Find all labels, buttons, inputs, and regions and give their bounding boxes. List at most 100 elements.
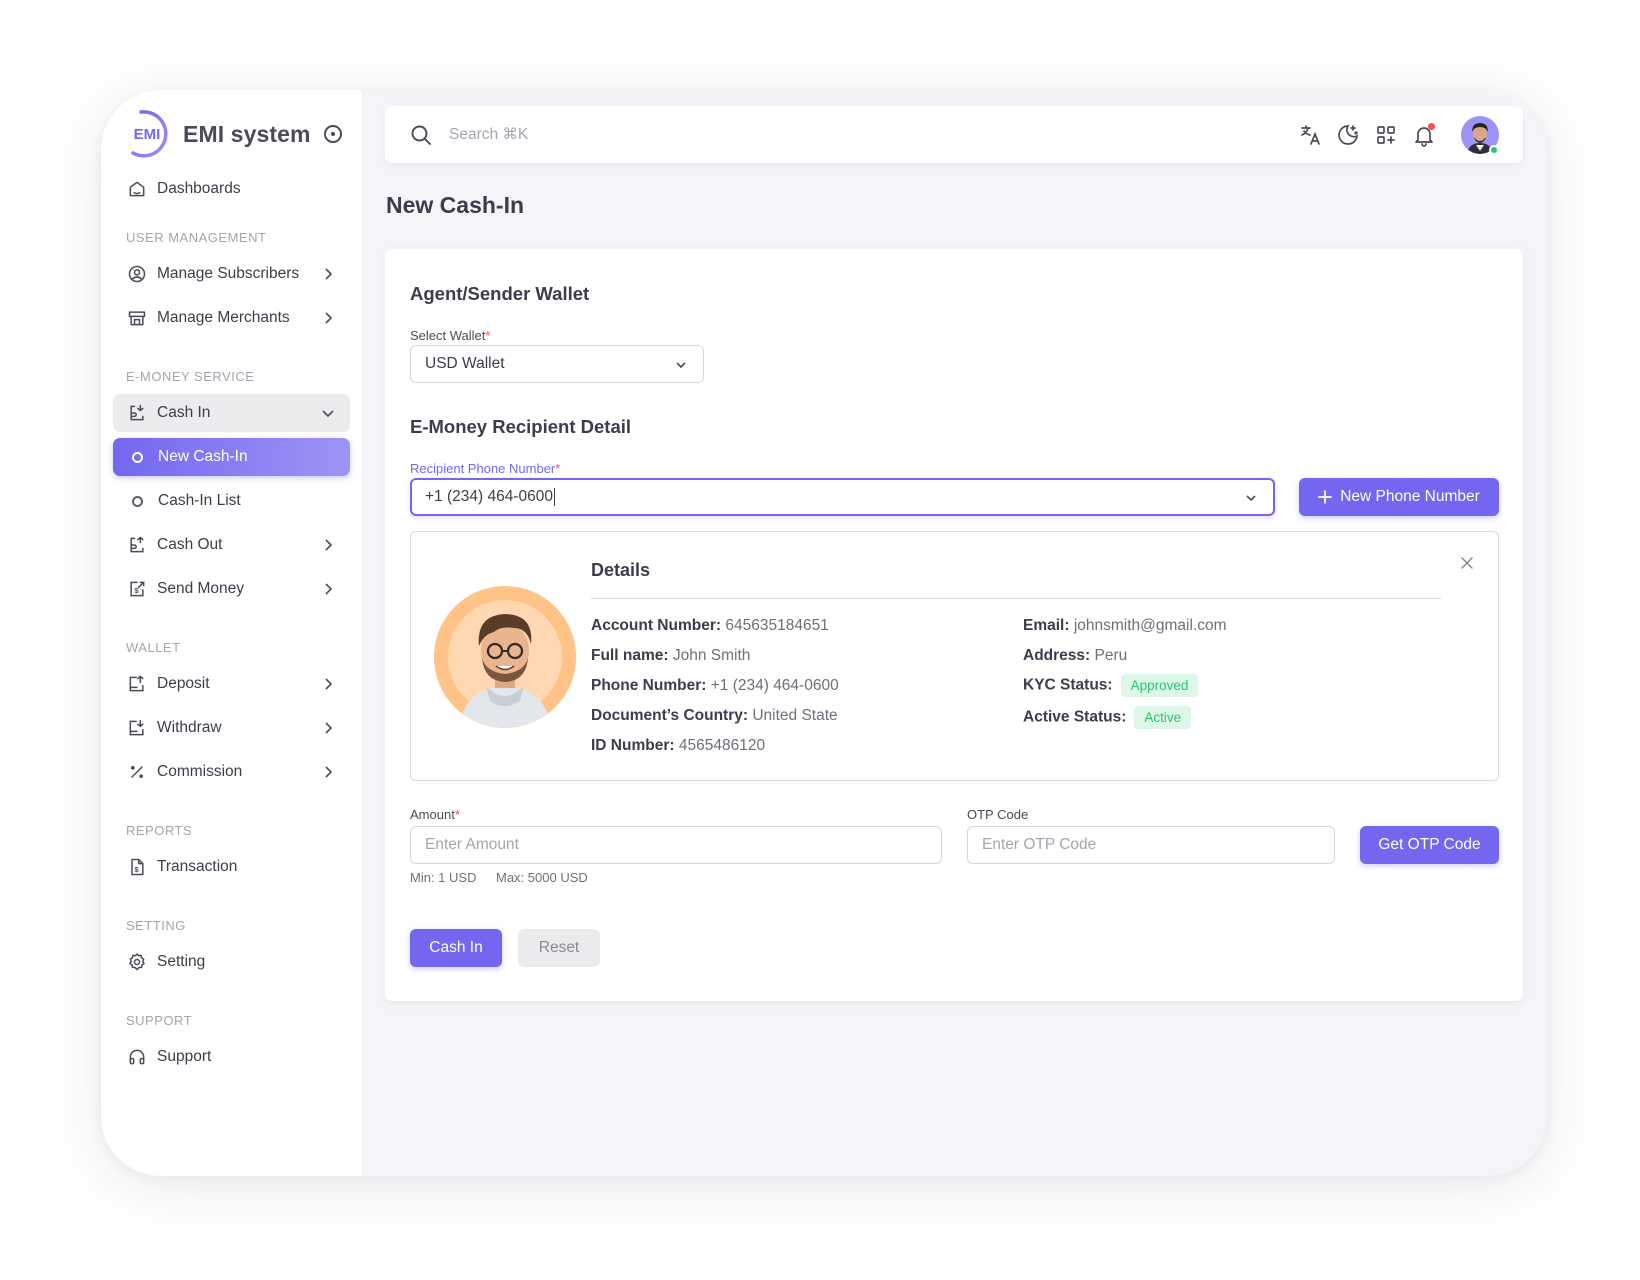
button-label: New Phone Number xyxy=(1340,488,1480,505)
recipient-detail-heading: E-Money Recipient Detail xyxy=(410,416,632,437)
withdraw-icon xyxy=(126,717,148,739)
search-input[interactable] xyxy=(449,120,749,150)
amount-input[interactable] xyxy=(410,826,942,864)
sidebar-item-new-cash-in[interactable]: New Cash-In xyxy=(113,438,350,476)
chevron-right-icon xyxy=(325,268,333,280)
sidebar-item-support[interactable]: Support xyxy=(113,1038,350,1076)
notification-dot xyxy=(1428,123,1435,130)
label-text: Recipient Phone Number xyxy=(410,461,556,476)
app-name: EMI system xyxy=(183,120,311,147)
apps-add-icon[interactable] xyxy=(1374,123,1398,147)
detail-value: johnsmith@gmail.com xyxy=(1073,617,1227,634)
detail-phone-number: Phone Number: +1 (234) 464-0600 xyxy=(591,677,839,695)
sidebar-item-label: Dashboards xyxy=(157,180,241,197)
section-user-management: USER MANAGEMENT xyxy=(126,230,267,245)
sidebar-item-dashboards[interactable]: Dashboards xyxy=(113,170,350,208)
detail-value: 645635184651 xyxy=(725,617,829,634)
amount-max-hint: Max: 5000 USD xyxy=(496,870,588,885)
search-icon xyxy=(411,125,431,145)
chevron-down-icon xyxy=(322,410,334,418)
otp-label: OTP Code xyxy=(967,807,1029,822)
sidebar-item-manage-merchants[interactable]: Manage Merchants xyxy=(113,299,350,337)
sidebar-item-transaction[interactable]: $ Transaction xyxy=(113,848,350,886)
sidebar-item-label: New Cash-In xyxy=(158,448,248,465)
detail-key: Document’s Country: xyxy=(591,707,749,724)
sidebar-item-cash-out[interactable]: Cash Out xyxy=(113,526,350,564)
sidebar-item-cash-in[interactable]: Cash In xyxy=(113,394,350,432)
chevron-right-icon xyxy=(325,678,333,690)
section-reports: REPORTS xyxy=(126,823,193,838)
plus-icon xyxy=(1318,490,1333,504)
detail-key: Active Status: xyxy=(1023,708,1127,726)
detail-email: Email: johnsmith@gmail.com xyxy=(1023,617,1227,635)
chevron-right-icon xyxy=(325,539,333,551)
translate-icon[interactable] xyxy=(1299,123,1323,147)
text-caret xyxy=(553,488,555,506)
home-icon xyxy=(126,178,148,200)
otp-input[interactable] xyxy=(967,826,1335,864)
recipient-phone-label: Recipient Phone Number* xyxy=(410,461,560,476)
new-phone-number-button[interactable]: New Phone Number xyxy=(1299,478,1499,516)
chevron-right-icon xyxy=(325,312,333,324)
required-mark: * xyxy=(485,328,491,343)
recipient-details-panel: Details Account Number: 645635184651 Ful… xyxy=(410,531,1499,781)
detail-account-number: Account Number: 645635184651 xyxy=(591,617,829,635)
detail-key: Email: xyxy=(1023,617,1070,634)
amount-label: Amount* xyxy=(410,807,460,822)
required-mark: * xyxy=(555,461,561,476)
page-title: New Cash-In xyxy=(386,192,525,218)
detail-value: 4565486120 xyxy=(678,737,766,754)
section-setting: SETTING xyxy=(126,918,186,933)
cash-in-icon xyxy=(126,402,148,424)
section-support: SUPPORT xyxy=(126,1013,193,1028)
close-icon[interactable] xyxy=(1460,556,1474,570)
moon-icon[interactable] xyxy=(1336,123,1360,147)
sidebar-item-manage-subscribers[interactable]: Manage Subscribers xyxy=(113,255,350,293)
select-wallet-dropdown[interactable]: USD Wallet xyxy=(410,345,704,383)
sidebar-item-deposit[interactable]: Deposit xyxy=(113,665,350,703)
detail-value: John Smith xyxy=(672,647,751,664)
cash-in-form-card: Agent/Sender Wallet Select Wallet* USD W… xyxy=(385,249,1523,1001)
detail-key: Account Number: xyxy=(591,617,722,634)
circle-icon xyxy=(132,451,143,463)
recipient-phone-dropdown[interactable]: +1 (234) 464-0600 xyxy=(410,478,1275,516)
get-otp-code-button[interactable]: Get OTP Code xyxy=(1360,826,1499,864)
sidebar-item-label: Cash Out xyxy=(157,536,223,553)
reset-button[interactable]: Reset xyxy=(518,929,600,967)
chevron-down-icon xyxy=(1246,495,1256,502)
required-mark: * xyxy=(454,807,460,822)
detail-key: Phone Number: xyxy=(591,677,707,694)
sidebar-item-send-money[interactable]: $ Send Money xyxy=(113,570,350,608)
chevron-down-icon xyxy=(676,362,686,369)
detail-address: Address: Peru xyxy=(1023,647,1127,665)
detail-key: KYC Status: xyxy=(1023,676,1113,694)
details-divider xyxy=(591,598,1441,599)
svg-text:EMI: EMI xyxy=(134,126,161,143)
sidebar-item-withdraw[interactable]: Withdraw xyxy=(113,709,350,747)
sidebar-item-label: Cash In xyxy=(157,404,211,421)
chevron-right-icon xyxy=(325,766,333,778)
sidebar-item-commission[interactable]: Commission xyxy=(113,753,350,791)
gear-icon xyxy=(126,951,148,973)
cash-in-submit-button[interactable]: Cash In xyxy=(410,929,502,967)
sidebar-item-label: Cash-In List xyxy=(158,492,241,509)
sidebar-item-label: Withdraw xyxy=(157,719,222,736)
sidebar-item-label: Setting xyxy=(157,953,206,970)
detail-kyc-status: KYC Status: Approved xyxy=(1023,674,1199,697)
svg-text:$: $ xyxy=(135,865,140,874)
detail-value: Peru xyxy=(1094,647,1128,664)
deposit-icon xyxy=(126,673,148,695)
sidebar-pin-icon[interactable] xyxy=(324,125,342,143)
brand[interactable]: EMI EMI system xyxy=(121,108,311,160)
chevron-right-icon xyxy=(325,722,333,734)
sidebar-item-label: Transaction xyxy=(157,858,238,875)
sidebar-item-label: Support xyxy=(157,1048,212,1065)
sidebar-item-cash-in-list[interactable]: Cash-In List xyxy=(113,482,350,520)
detail-value: +1 (234) 464-0600 xyxy=(710,677,839,694)
sidebar: EMI EMI system Dashboards USER MANAGEMEN… xyxy=(101,90,363,1176)
sender-wallet-heading: Agent/Sender Wallet xyxy=(410,283,590,304)
detail-active-status: Active Status: Active xyxy=(1023,706,1192,729)
cash-out-icon xyxy=(126,534,148,556)
sidebar-item-setting[interactable]: Setting xyxy=(113,943,350,981)
bell-icon[interactable] xyxy=(1412,123,1436,147)
